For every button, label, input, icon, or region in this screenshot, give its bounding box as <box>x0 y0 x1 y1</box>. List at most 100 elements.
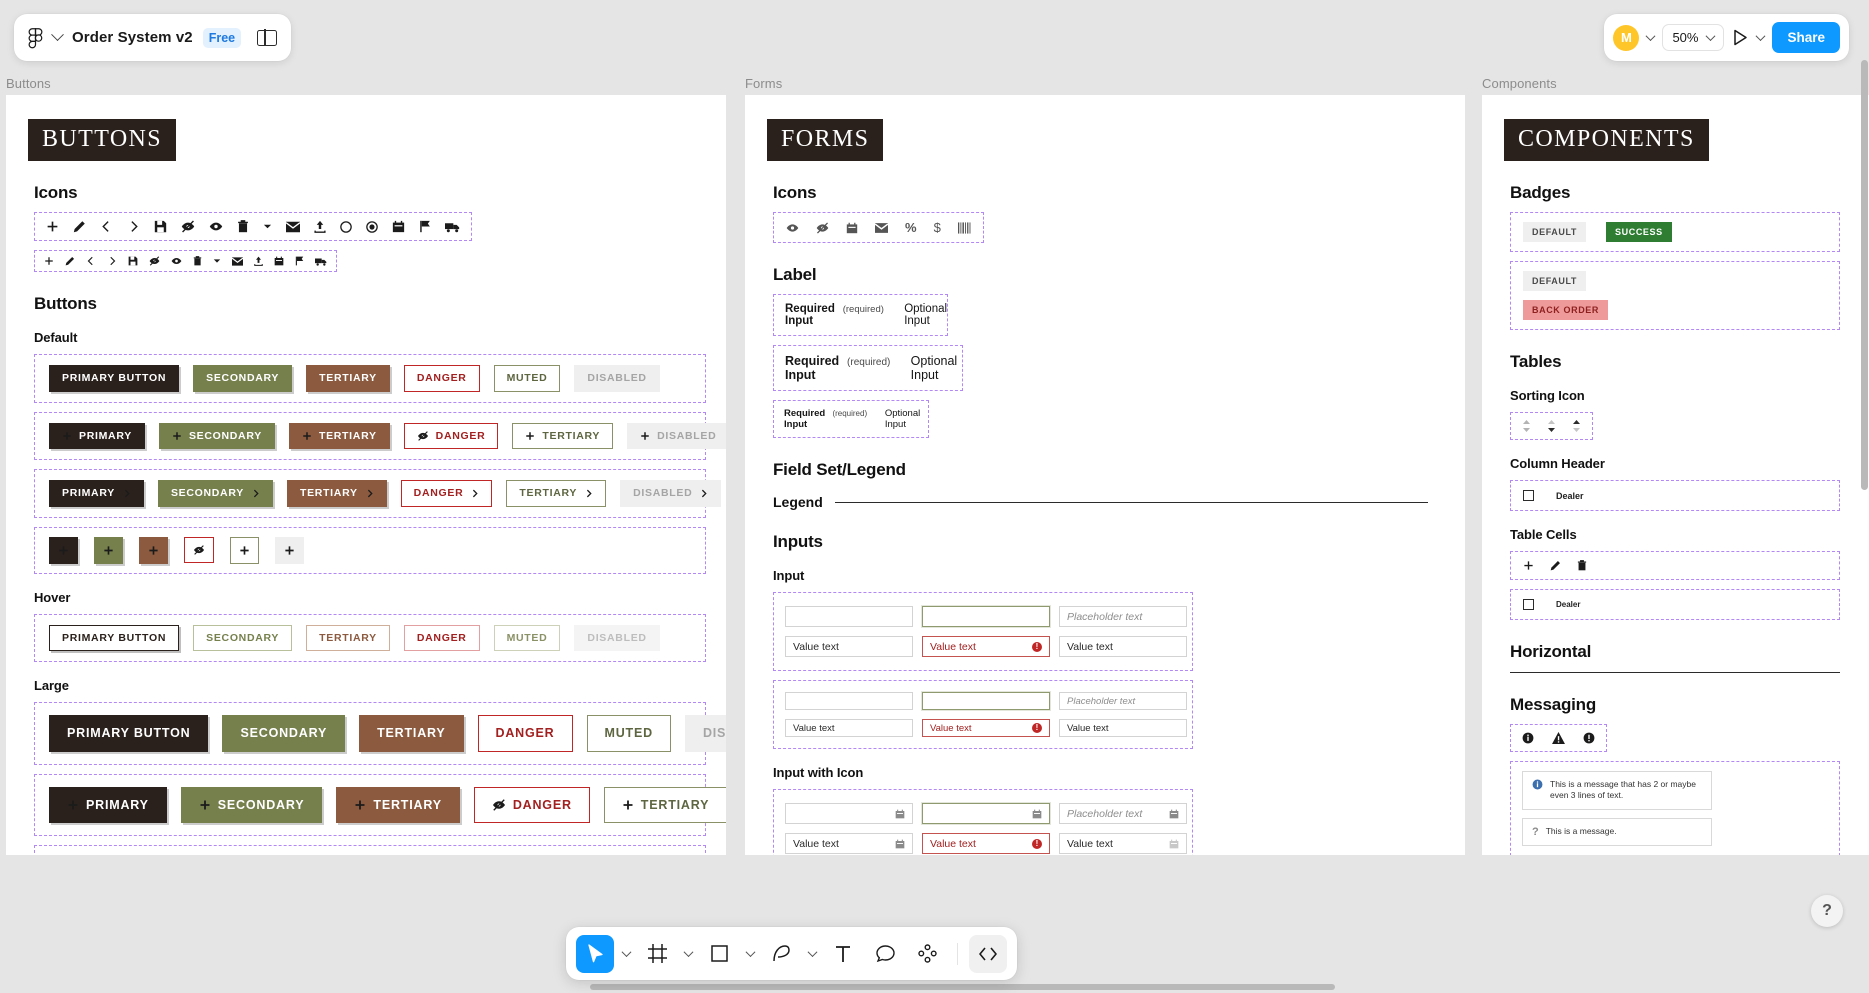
label-group-medium[interactable]: Required Input (required) Optional Input <box>773 294 948 336</box>
eye-icon[interactable] <box>786 222 799 234</box>
error-icon[interactable] <box>1583 732 1595 744</box>
button-large-muted[interactable]: MUTED <box>586 715 671 752</box>
circle-icon[interactable] <box>340 220 352 233</box>
button-danger-hover[interactable]: DANGER <box>403 624 480 651</box>
button-row-icon-only[interactable] <box>34 526 706 574</box>
radio-checked-icon[interactable] <box>366 220 378 233</box>
button-row-with-arrow[interactable]: PRIMARY SECONDARY TERTIARY DANGER TERTIA… <box>34 469 722 518</box>
input-icon-focused[interactable] <box>922 803 1050 824</box>
column-header-row[interactable]: Dealer <box>1510 480 1840 511</box>
pencil-icon[interactable] <box>73 220 86 233</box>
icon-button-secondary[interactable] <box>94 536 123 564</box>
input-value[interactable]: Value text <box>785 636 913 657</box>
button-row-large-arrow[interactable]: PRIMARY SECONDARY TERTIARY DANGER TERTIA… <box>34 845 706 855</box>
input-icon-value[interactable]: Value text <box>785 833 913 854</box>
input-group-small[interactable]: Placeholder text Value text Value text !… <box>773 680 1193 749</box>
trash-icon[interactable] <box>237 220 249 233</box>
badge-row-2[interactable]: DEFAULT BACK ORDER <box>1510 261 1840 330</box>
chevron-left-icon[interactable] <box>100 220 113 233</box>
frame-forms[interactable]: FORMS Icons % $ Label Required Input (re… <box>745 95 1465 855</box>
warning-icon[interactable] <box>1552 732 1565 744</box>
messaging-cards-group[interactable]: This is a message that has 2 or maybe ev… <box>1510 761 1840 855</box>
input-icon-error[interactable]: Value text ! <box>922 833 1050 854</box>
button-primary-hover[interactable]: PRIMARY BUTTON <box>49 624 180 651</box>
input-value-small-alt[interactable]: Value text <box>1059 719 1187 737</box>
flag-icon[interactable] <box>295 256 304 266</box>
button-primary-arrow[interactable]: PRIMARY <box>49 480 144 507</box>
envelope-icon[interactable] <box>232 256 243 266</box>
button-danger[interactable]: DANGER <box>403 365 480 392</box>
envelope-icon[interactable] <box>286 221 300 233</box>
present-icon[interactable] <box>1732 29 1749 46</box>
plugins-tool[interactable] <box>908 935 946 973</box>
message-card-info[interactable]: This is a message that has 2 or maybe ev… <box>1522 771 1712 810</box>
frame-label-forms[interactable]: Forms <box>745 76 782 91</box>
chevron-down-icon[interactable] <box>1706 31 1716 42</box>
button-secondary-arrow[interactable]: SECONDARY <box>157 480 273 507</box>
eye-off-icon[interactable] <box>181 220 195 233</box>
pencil-icon[interactable] <box>65 256 75 266</box>
table-cell-icons-row[interactable] <box>1510 551 1840 580</box>
button-secondary-hover[interactable]: SECONDARY <box>193 624 293 651</box>
button-large-primary-plus[interactable]: PRIMARY <box>49 786 167 823</box>
forms-icon-row[interactable]: % $ <box>773 212 984 243</box>
sort-both-icon[interactable] <box>1522 420 1531 432</box>
button-row-with-icon[interactable]: PRIMARY SECONDARY TERTIARY DANGER TERTIA… <box>34 411 726 460</box>
chevron-left-icon[interactable] <box>86 256 96 266</box>
calendar-icon[interactable] <box>895 839 905 849</box>
shape-tool[interactable] <box>700 935 738 973</box>
chevron-down-icon[interactable] <box>1645 31 1656 42</box>
badge-backorder[interactable]: BACK ORDER <box>1523 300 1609 320</box>
input-value-alt[interactable]: Value text <box>1059 636 1187 657</box>
cursor-tool[interactable] <box>576 934 614 973</box>
button-large-danger[interactable]: DANGER <box>477 715 573 752</box>
help-button[interactable]: ? <box>1811 895 1843 927</box>
icon-button-primary[interactable] <box>49 536 78 564</box>
button-large-danger-eyeoff[interactable]: DANGER <box>473 786 590 823</box>
message-card-help[interactable]: ? This is a message. <box>1522 817 1712 846</box>
checkbox[interactable] <box>1523 599 1534 610</box>
comment-tool[interactable] <box>866 935 904 973</box>
eye-icon[interactable] <box>209 220 223 233</box>
table-cell-row[interactable]: Dealer <box>1510 589 1840 620</box>
avatar[interactable]: M <box>1613 24 1640 51</box>
truck-icon[interactable] <box>315 257 327 266</box>
messaging-icon-row[interactable] <box>1510 724 1607 752</box>
cursor-tool-chevron[interactable] <box>618 935 634 973</box>
button-tertiary-plus[interactable]: TERTIARY <box>288 422 390 449</box>
pen-tool[interactable] <box>762 935 800 973</box>
sort-up-icon[interactable] <box>1572 420 1581 432</box>
panel-toggle-icon[interactable] <box>257 28 278 47</box>
barcode-icon[interactable] <box>957 221 971 234</box>
chevron-right-icon[interactable] <box>107 256 117 266</box>
frame-label-components[interactable]: Components <box>1482 76 1557 91</box>
icon-button-muted[interactable] <box>230 536 259 564</box>
icon-row-small[interactable] <box>34 250 337 272</box>
frame-tool-chevron[interactable] <box>680 935 696 973</box>
trash-icon[interactable] <box>193 256 202 266</box>
input-error[interactable]: Value text ! <box>922 636 1050 657</box>
calendar-icon[interactable] <box>1032 809 1042 819</box>
input-focused-small[interactable] <box>922 692 1050 710</box>
icon-button-danger[interactable] <box>184 537 214 563</box>
badge-default[interactable]: DEFAULT <box>1523 271 1587 291</box>
info-icon[interactable] <box>1522 732 1534 744</box>
file-title[interactable]: Order System v2 <box>72 29 193 46</box>
input-icon-group-default[interactable]: Placeholder text Value text Value text !… <box>773 789 1193 855</box>
trash-icon[interactable] <box>1577 560 1587 571</box>
button-danger-arrow[interactable]: DANGER <box>400 480 493 507</box>
plus-icon[interactable] <box>1523 560 1534 571</box>
truck-icon[interactable] <box>445 221 460 233</box>
save-icon[interactable] <box>128 256 138 266</box>
chevron-down-icon[interactable] <box>51 28 64 42</box>
frame-label-buttons[interactable]: Buttons <box>6 76 51 91</box>
text-tool[interactable] <box>824 935 862 973</box>
button-muted-hover[interactable]: MUTED <box>493 624 561 651</box>
button-disabled[interactable]: DISABLED <box>574 365 660 392</box>
button-disabled-plus[interactable]: DISABLED <box>627 422 726 449</box>
input-icon-value-alt[interactable]: Value text <box>1059 833 1187 854</box>
plus-icon[interactable] <box>46 220 59 233</box>
plus-icon[interactable] <box>44 256 54 266</box>
input-placeholder[interactable]: Placeholder text <box>1059 606 1187 627</box>
button-disabled-arrow[interactable]: DISABLED <box>620 480 722 507</box>
